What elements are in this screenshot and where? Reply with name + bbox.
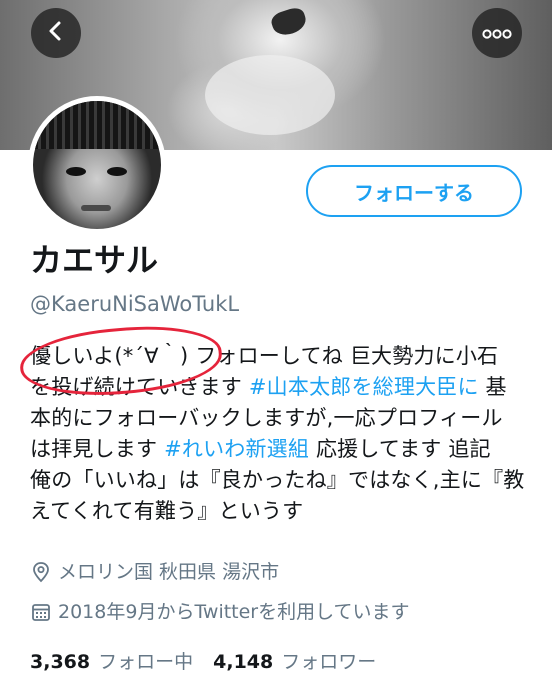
calendar-icon bbox=[30, 601, 52, 623]
followers-link[interactable]: 4,148 フォロワー bbox=[213, 649, 376, 675]
joined-text: 2018年9月からTwitterを利用しています bbox=[58, 601, 410, 623]
following-count: 3,368 bbox=[30, 651, 91, 673]
hashtag-link[interactable]: #れいわ新選組 bbox=[164, 437, 309, 461]
bio-line: 本的にフォローバックしますが,一応プロフィール bbox=[30, 406, 503, 430]
profile-handle: @KaeruNiSaWoTukL bbox=[30, 292, 240, 316]
location-pin-icon bbox=[30, 561, 52, 583]
followers-count: 4,148 bbox=[213, 651, 274, 673]
bio-line: 俺の「いいね」は『良かったね』ではなく,主に『教 bbox=[30, 468, 525, 492]
back-button[interactable] bbox=[31, 8, 81, 58]
bio-line: えてくれて有難う』というす bbox=[30, 499, 304, 523]
more-dots-icon bbox=[482, 24, 512, 43]
profile-joined-date: 2018年9月からTwitterを利用しています bbox=[30, 599, 410, 625]
hashtag-link[interactable]: #山本太郎を総理大臣に bbox=[249, 375, 479, 399]
bio-line: は拝見します #れいわ新選組 応援してます 追記 bbox=[30, 437, 491, 461]
more-options-button[interactable] bbox=[472, 8, 522, 58]
banner-fur bbox=[205, 55, 335, 135]
following-link[interactable]: 3,368 フォロー中 bbox=[30, 649, 193, 675]
profile-name: カエサル bbox=[30, 241, 159, 279]
profile-location: メロリン国 秋田県 湯沢市 bbox=[30, 559, 279, 585]
avatar[interactable] bbox=[28, 96, 166, 234]
profile-stats: 3,368 フォロー中 4,148 フォロワー bbox=[30, 649, 376, 675]
banner-wolf-mouth bbox=[269, 5, 309, 39]
location-text: メロリン国 秋田県 湯沢市 bbox=[58, 561, 280, 583]
followers-label: フォロワー bbox=[281, 651, 377, 673]
chevron-left-icon bbox=[45, 20, 67, 46]
following-label: フォロー中 bbox=[98, 651, 194, 673]
follow-button[interactable]: フォローする bbox=[306, 165, 522, 217]
